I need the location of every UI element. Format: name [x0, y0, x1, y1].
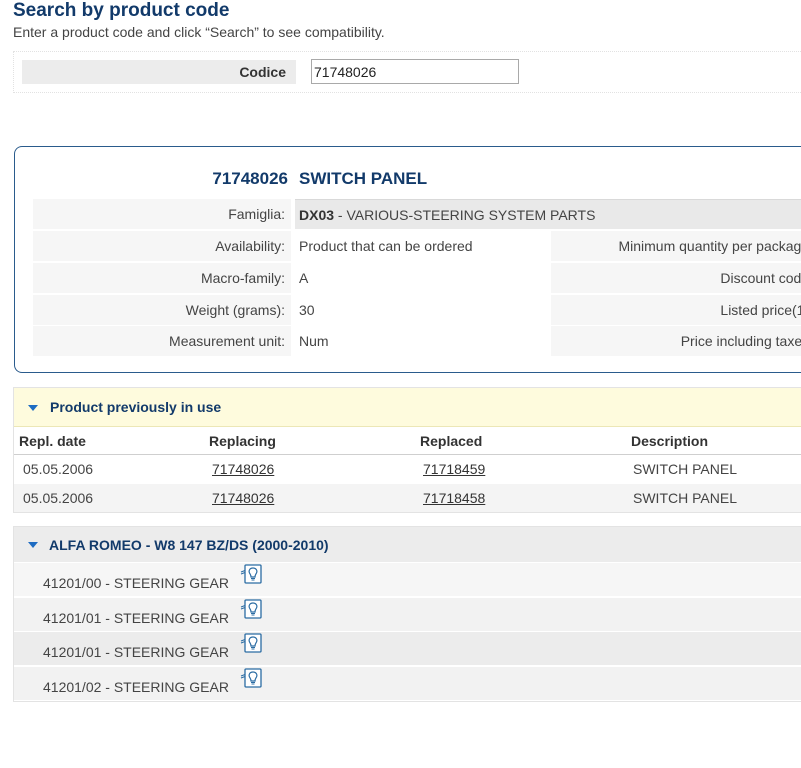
search-form: Codice	[13, 51, 801, 93]
vehicle-header[interactable]: ALFA ROMEO - W8 147 BZ/DS (2000-2010)	[14, 527, 801, 562]
availability-label: Availability:	[33, 231, 291, 261]
col-description: Description	[631, 433, 709, 449]
bulb-icon[interactable]	[240, 564, 262, 586]
col-replacing: Replacing	[209, 433, 276, 449]
famiglia-label: Famiglia:	[33, 199, 291, 229]
price-incl-taxes-label: Price including taxes:	[551, 326, 801, 356]
min-quantity-label: Minimum quantity per package:	[551, 231, 801, 261]
previous-products-title[interactable]: Product previously in use	[50, 399, 221, 415]
list-item: 41201/01 - STEERING GEAR	[14, 597, 801, 631]
famiglia-value: DX03 - VARIOUS-STEERING SYSTEM PARTS	[295, 199, 801, 229]
bulb-icon[interactable]	[240, 668, 262, 690]
description: SWITCH PANEL	[633, 461, 737, 477]
previous-products-section: Product previously in use Repl. date Rep…	[13, 387, 801, 513]
macro-family-row: Macro-family: A Discount code:	[33, 263, 801, 293]
measurement-unit-row: Measurement unit: Num Price including ta…	[33, 326, 801, 356]
listed-price-label: Listed price(1):	[551, 295, 801, 325]
table-row: 05.05.2006 71748026 71718459 SWITCH PANE…	[14, 455, 801, 483]
availability-value: Product that can be ordered	[299, 238, 473, 254]
part-label: 41201/01 - STEERING GEAR	[43, 610, 229, 626]
measurement-unit-value: Num	[299, 333, 329, 349]
bulb-icon[interactable]	[240, 633, 262, 655]
product-header: 71748026 SWITCH PANEL	[15, 169, 801, 193]
repl-date: 05.05.2006	[23, 490, 94, 506]
weight-label: Weight (grams):	[33, 295, 291, 325]
list-item: 41201/01 - STEERING GEAR	[14, 631, 801, 665]
part-label: 41201/01 - STEERING GEAR	[43, 644, 229, 660]
page-title: Search by product code	[13, 0, 230, 21]
weight-value: 30	[299, 302, 315, 318]
bulb-icon[interactable]	[240, 599, 262, 621]
vehicle-title[interactable]: ALFA ROMEO - W8 147 BZ/DS (2000-2010)	[49, 537, 329, 553]
famiglia-row: Famiglia: DX03 - VARIOUS-STEERING SYSTEM…	[33, 199, 801, 229]
macro-family-value: A	[299, 270, 309, 286]
repl-date: 05.05.2006	[23, 461, 94, 477]
discount-code-label: Discount code:	[551, 263, 801, 293]
replacing-link[interactable]: 71748026	[212, 461, 274, 477]
availability-row: Availability: Product that can be ordere…	[33, 231, 801, 261]
col-replaced: Replaced	[420, 433, 483, 449]
vehicle-section: ALFA ROMEO - W8 147 BZ/DS (2000-2010) 41…	[13, 526, 801, 702]
search-code-label: Codice	[22, 60, 296, 84]
measurement-unit-label: Measurement unit:	[33, 326, 291, 356]
list-item: 41201/00 - STEERING GEAR	[14, 562, 801, 596]
replaced-link[interactable]: 71718458	[423, 490, 485, 506]
macro-family-label: Macro-family:	[33, 263, 291, 293]
triangle-down-icon[interactable]	[28, 405, 38, 411]
replaced-link[interactable]: 71718459	[423, 461, 485, 477]
search-code-input[interactable]	[311, 59, 519, 84]
replacing-link[interactable]: 71748026	[212, 490, 274, 506]
product-card: 71748026 SWITCH PANEL Famiglia: DX03 - V…	[14, 146, 801, 373]
weight-row: Weight (grams): 30 Listed price(1):	[33, 295, 801, 325]
description: SWITCH PANEL	[633, 490, 737, 506]
col-repl-date: Repl. date	[19, 433, 86, 449]
previous-products-header[interactable]: Product previously in use	[14, 388, 801, 427]
famiglia-code: DX03	[299, 207, 335, 223]
part-label: 41201/02 - STEERING GEAR	[43, 679, 229, 695]
part-label: 41201/00 - STEERING GEAR	[43, 575, 229, 591]
list-item: 41201/02 - STEERING GEAR	[14, 666, 801, 700]
table-row: 05.05.2006 71748026 71718458 SWITCH PANE…	[14, 484, 801, 512]
page-subtitle: Enter a product code and click “Search” …	[13, 24, 385, 40]
triangle-down-icon[interactable]	[28, 542, 38, 548]
famiglia-description: - VARIOUS-STEERING SYSTEM PARTS	[334, 207, 596, 223]
product-code: 71748026	[212, 169, 288, 188]
product-name: SWITCH PANEL	[299, 169, 428, 188]
